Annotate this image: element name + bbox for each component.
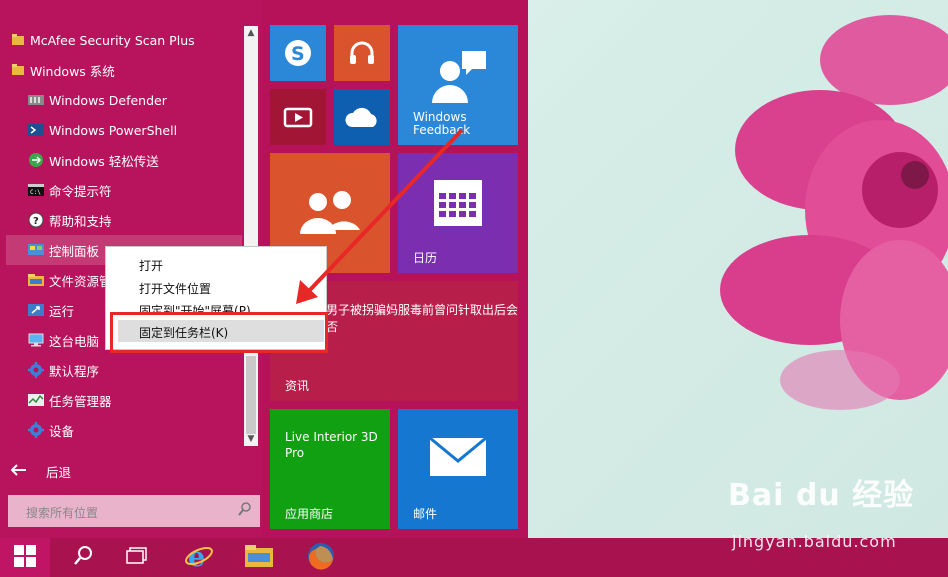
menu-item-label: 打开文件位置 [139, 282, 212, 296]
file-explorer-icon [28, 272, 44, 288]
app-item-devices[interactable]: 设备 [0, 415, 244, 445]
news-headline: 男子被拐骗妈服毒前曾问针取出后会否 [326, 303, 519, 334]
svg-text:C:\: C:\ [30, 189, 41, 196]
tile-mail[interactable]: 邮件 [398, 409, 518, 529]
scroll-thumb[interactable] [246, 356, 256, 434]
watermark-url: jingyan.baidu.com [732, 532, 897, 551]
search-placeholder: 搜索所有位置 [26, 506, 99, 520]
arrow-left-icon [10, 463, 27, 479]
task-view-icon [126, 546, 148, 569]
app-label: 默认程序 [49, 363, 100, 379]
task-manager-icon [28, 392, 44, 408]
folder-icon [244, 543, 274, 573]
tile-skype[interactable]: S [270, 25, 326, 81]
tile-live-interior[interactable]: Live Interior 3D Pro 应用商店 [270, 409, 390, 529]
app-label: Windows Defender [49, 92, 167, 108]
search-icon [73, 545, 93, 571]
tile-label: 日历 [413, 251, 438, 265]
start-button[interactable] [0, 538, 50, 577]
easy-transfer-icon [28, 152, 44, 168]
app-item-windows-system[interactable]: Windows 系统 [0, 55, 244, 85]
svg-text:S: S [291, 43, 305, 65]
control-panel-icon [28, 242, 44, 258]
menu-item-label: 打开 [139, 259, 164, 273]
menu-item-open[interactable]: 打开 [106, 253, 326, 275]
defender-icon [28, 92, 44, 108]
this-pc-icon [28, 332, 44, 348]
internet-explorer-button[interactable]: e [174, 538, 224, 577]
file-explorer-button[interactable] [234, 538, 284, 577]
watermark-logo: Bai du 经验 [728, 478, 915, 513]
app-label: 这台电脑 [49, 333, 100, 349]
people-icon [298, 183, 362, 243]
app-label: Windows 系统 [30, 63, 115, 79]
headphones-icon [346, 37, 378, 69]
app-item-cmd[interactable]: C:\ 命令提示符 [0, 175, 244, 205]
apps-scrollbar[interactable]: ▲ ▼ [244, 26, 258, 446]
video-icon [282, 101, 314, 133]
app-label: 文件资源管 [49, 273, 112, 289]
tile-music[interactable] [334, 25, 390, 81]
flower-image [720, 15, 948, 410]
feedback-person-icon [428, 47, 488, 107]
highlight-box [110, 312, 328, 353]
app-label: McAfee Security Scan Plus [30, 32, 195, 48]
tile-label: 邮件 [413, 507, 438, 521]
tile-title: Live Interior 3D Pro [285, 430, 378, 460]
scroll-up-icon[interactable]: ▲ [244, 26, 258, 40]
app-item-help[interactable]: ? 帮助和支持 [0, 205, 244, 235]
tile-label: Windows Feedback [413, 110, 471, 137]
cmd-icon: C:\ [28, 182, 44, 198]
tile-onedrive[interactable] [334, 89, 390, 145]
tile-label: 应用商店 [285, 507, 334, 521]
tile-calendar[interactable]: 日历 [398, 153, 518, 273]
app-label: 命令提示符 [49, 183, 112, 199]
folder-icon [10, 62, 26, 78]
app-label: 任务管理器 [49, 393, 112, 409]
taskbar-search-button[interactable] [58, 538, 108, 577]
skype-icon: S [282, 37, 314, 69]
internet-explorer-icon: e [184, 541, 214, 575]
app-item-default-programs[interactable]: 默认程序 [0, 355, 244, 385]
help-icon: ? [28, 212, 44, 228]
run-icon [28, 302, 44, 318]
firefox-button[interactable] [296, 538, 346, 577]
app-label: 控制面板 [49, 243, 100, 259]
folder-icon [10, 32, 26, 48]
tile-windows-feedback[interactable]: Windows Feedback [398, 25, 518, 145]
back-label: 后退 [46, 464, 72, 480]
cloud-icon [344, 103, 380, 131]
app-label: 帮助和支持 [49, 213, 112, 229]
envelope-icon [428, 435, 488, 479]
app-label: Windows PowerShell [49, 122, 178, 138]
powershell-icon [28, 122, 44, 138]
app-item-mcafee[interactable]: McAfee Security Scan Plus [0, 25, 244, 55]
menu-item-open-location[interactable]: 打开文件位置 [106, 276, 326, 298]
search-input[interactable]: 搜索所有位置 [8, 495, 260, 527]
windows-logo-icon [13, 544, 37, 572]
scroll-down-icon[interactable]: ▼ [244, 432, 258, 446]
gear-icon [28, 362, 44, 378]
svg-text:e: e [188, 542, 205, 571]
search-icon[interactable] [238, 501, 252, 520]
tile-video[interactable] [270, 89, 326, 145]
app-label: 设备 [49, 423, 75, 439]
calendar-icon [428, 178, 488, 228]
tile-label: 资讯 [285, 379, 310, 393]
svg-text:?: ? [33, 216, 39, 227]
start-menu: McAfee Security Scan Plus Windows 系统 Win… [0, 0, 528, 538]
app-label: 运行 [49, 303, 75, 319]
task-view-button[interactable] [112, 538, 162, 577]
baidu-watermark: Bai du 经验 jingyan.baidu.com [728, 470, 938, 560]
app-label: Windows 轻松传送 [49, 153, 159, 169]
app-item-easy-transfer[interactable]: Windows 轻松传送 [0, 145, 244, 175]
gear-icon [28, 422, 44, 438]
firefox-icon [306, 541, 336, 575]
app-item-windows-defender[interactable]: Windows Defender [0, 85, 244, 115]
back-button[interactable]: 后退 [0, 456, 244, 486]
app-item-task-manager[interactable]: 任务管理器 [0, 385, 244, 415]
app-item-powershell[interactable]: Windows PowerShell [0, 115, 244, 145]
